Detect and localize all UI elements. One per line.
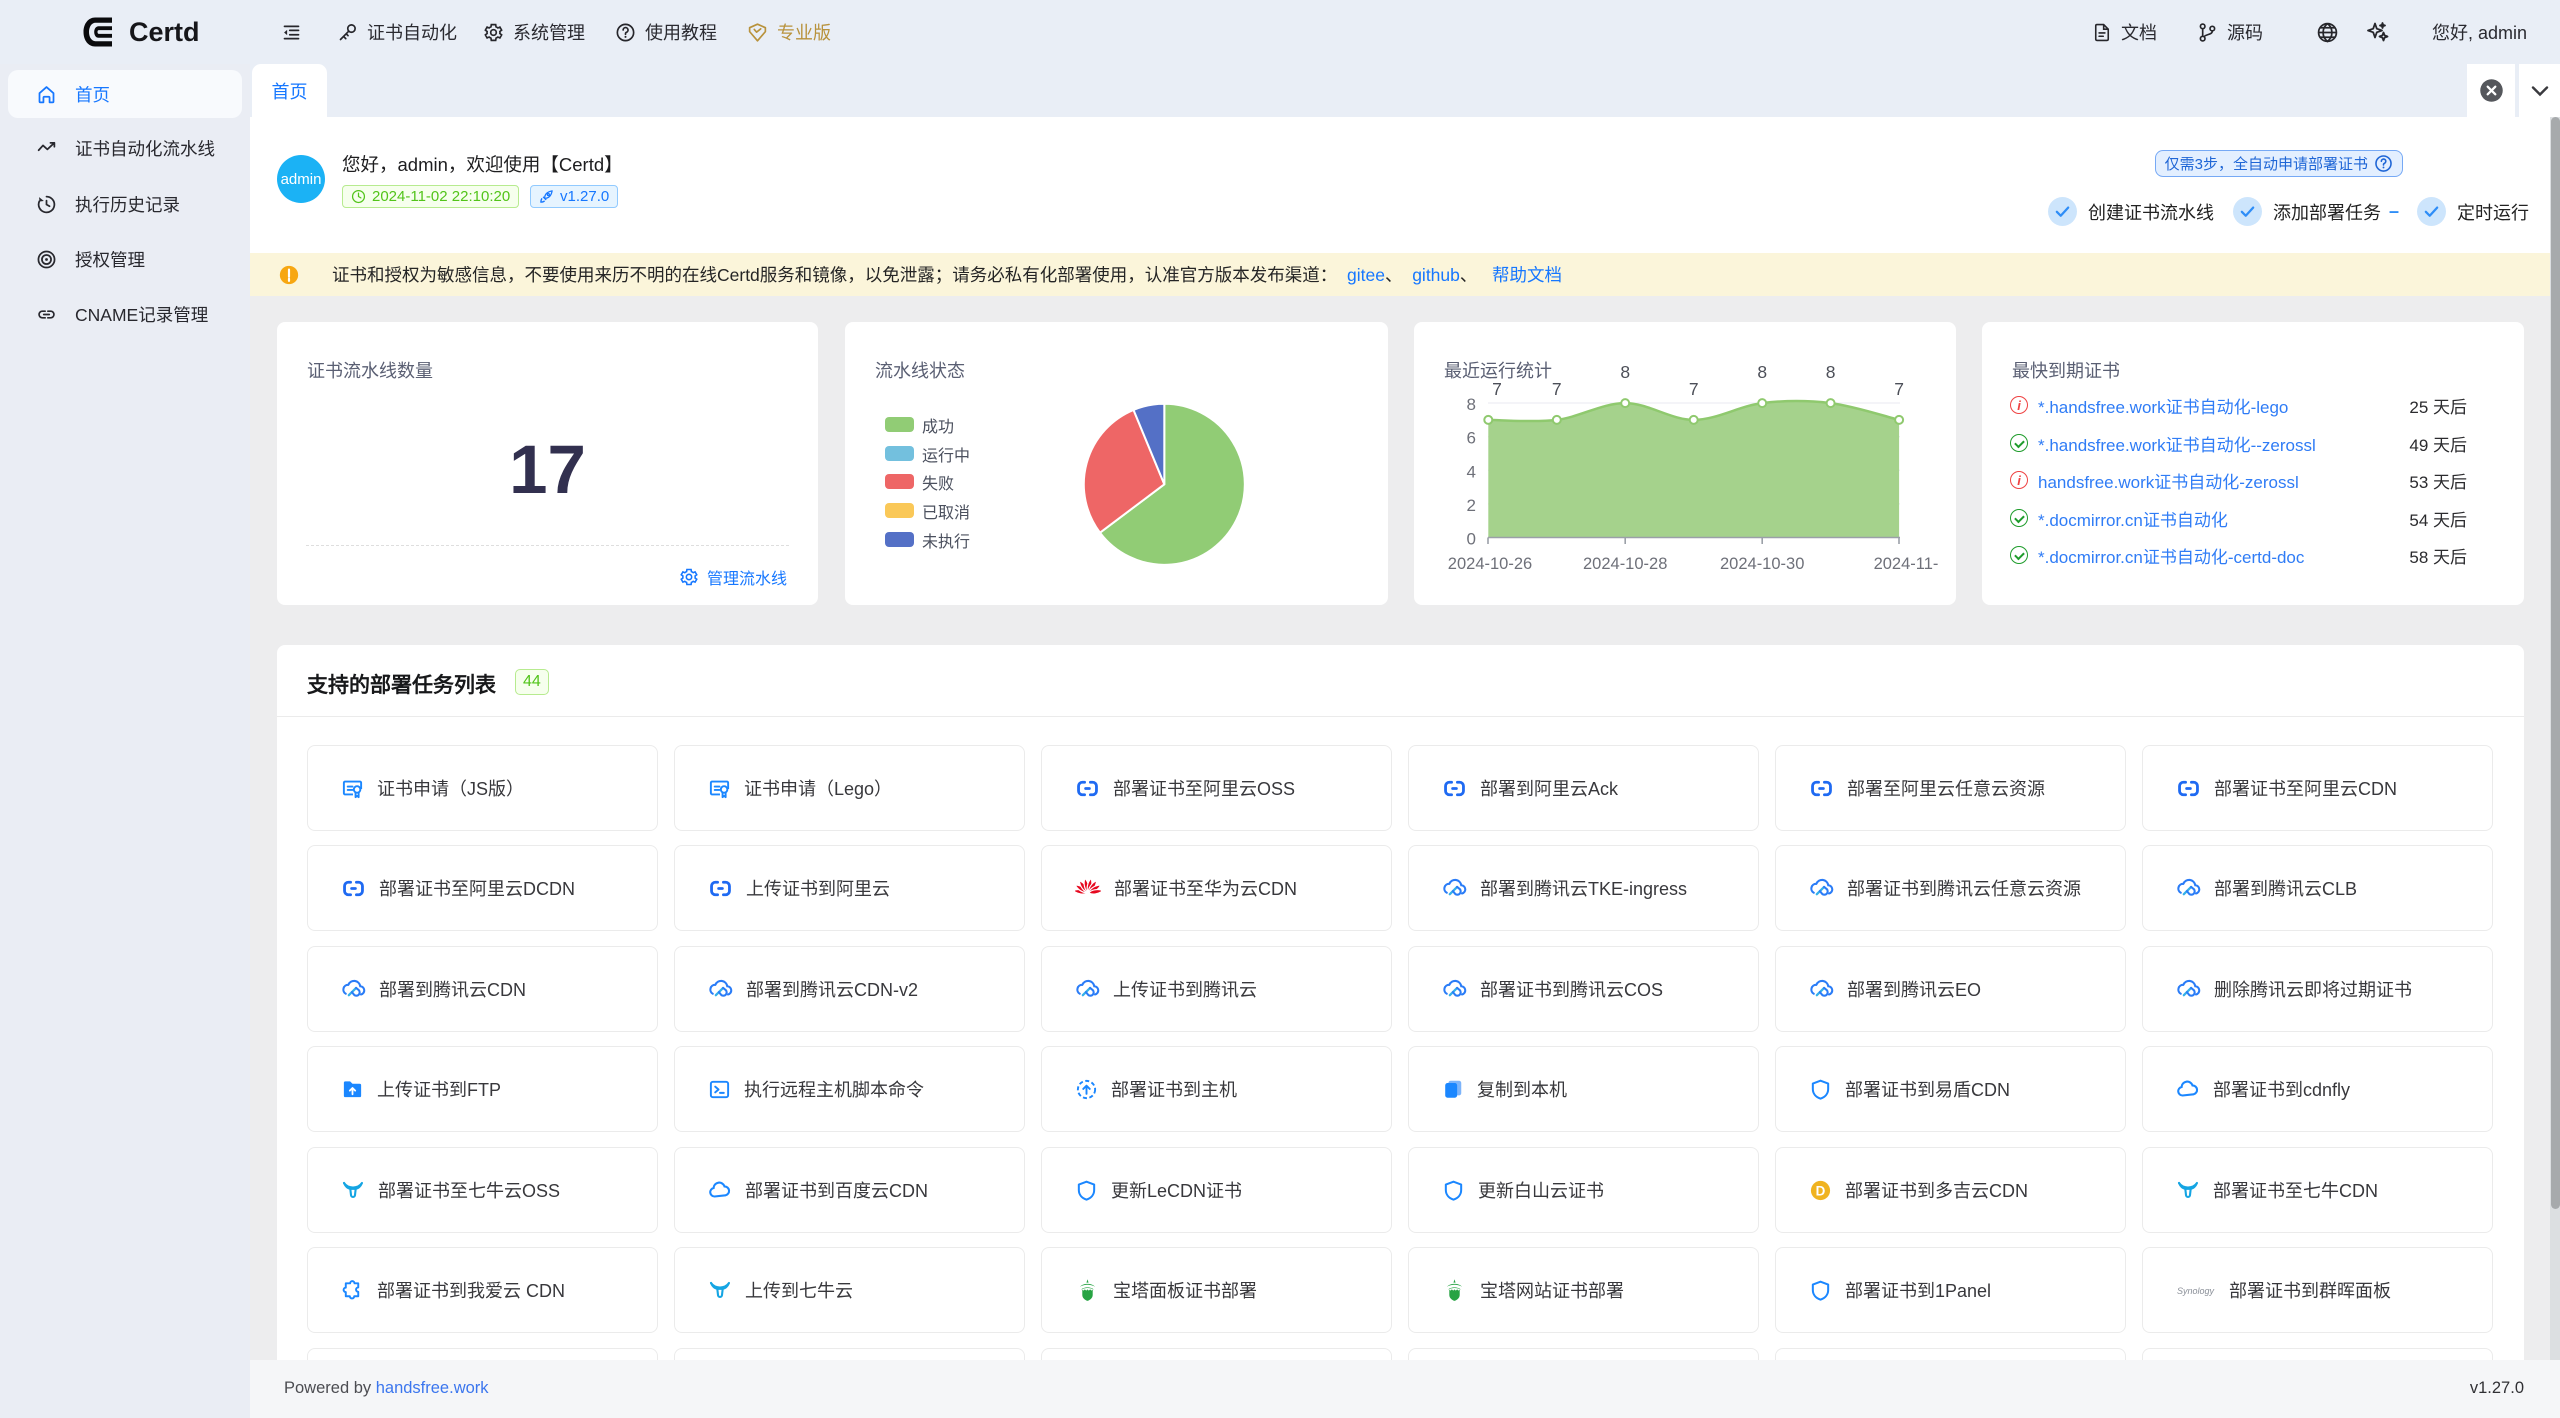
svg-text:7: 7 [1894,379,1904,399]
svg-text:4: 4 [1467,462,1476,481]
svg-text:运行中: 运行中 [922,447,970,465]
svg-text:7: 7 [1492,379,1502,399]
svg-text:已取消: 已取消 [922,504,970,522]
svg-text:0: 0 [1467,530,1476,549]
svg-text:2024-10-26: 2024-10-26 [1448,555,1532,573]
svg-text:未执行: 未执行 [922,533,970,551]
svg-text:8: 8 [1620,362,1630,382]
svg-text:2024-10-30: 2024-10-30 [1720,555,1804,573]
svg-text:7: 7 [1689,379,1699,399]
svg-text:2024-11-: 2024-11- [1874,555,1939,573]
svg-text:D: D [1816,1183,1826,1198]
svg-text:8: 8 [1467,395,1476,414]
svg-text:7: 7 [1552,379,1562,399]
svg-text:失败: 失败 [922,475,954,493]
svg-text:8: 8 [1826,362,1836,382]
svg-text:Synology: Synology [2177,1286,2215,1296]
svg-text:6: 6 [1467,429,1476,448]
svg-text:2024-10-28: 2024-10-28 [1583,555,1667,573]
svg-text:成功: 成功 [922,418,954,436]
svg-text:8: 8 [1757,362,1767,382]
svg-text:2: 2 [1467,496,1476,515]
